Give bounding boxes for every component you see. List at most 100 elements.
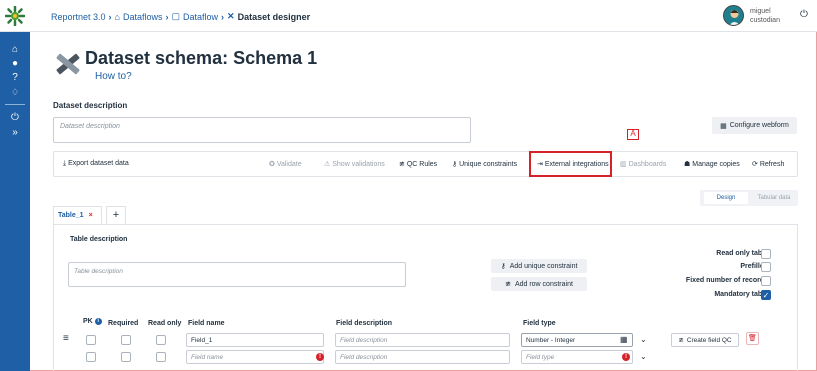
show-validations-label: Show validations bbox=[332, 161, 385, 168]
validate-icon: ✪ bbox=[269, 161, 275, 168]
configure-webform-button[interactable]: ▦ Configure webform bbox=[712, 117, 797, 134]
power-icon[interactable]: ⏻ bbox=[800, 9, 808, 20]
annotation-marker: A bbox=[627, 129, 639, 140]
fixed-records-label: Fixed number of records bbox=[685, 277, 768, 284]
design-view-button[interactable]: Design bbox=[704, 192, 748, 204]
breadcrumb-dataflow[interactable]: Dataflow bbox=[183, 12, 218, 22]
unique-constraints-button[interactable]: ⚷ Unique constraints bbox=[452, 160, 517, 168]
top-bar: Reportnet 3.0 › ⌂ Dataflows › ▢ Dataflow… bbox=[30, 0, 817, 32]
rules-icon: ≇ bbox=[678, 337, 684, 344]
user-name[interactable]: miguel custodian bbox=[750, 7, 780, 25]
info-icon[interactable]: i bbox=[94, 318, 102, 325]
designer-title-icon bbox=[56, 53, 80, 75]
create-field-qc-button[interactable]: ≇ Create field QC bbox=[671, 333, 739, 347]
breadcrumb: Reportnet 3.0 › ⌂ Dataflows › ▢ Dataflow… bbox=[51, 11, 310, 22]
home-crumb-icon: ⌂ bbox=[114, 11, 120, 22]
field-description-header: Field description bbox=[336, 320, 393, 327]
key-icon: ⚷ bbox=[452, 161, 458, 168]
field-description-input[interactable]: Field description bbox=[335, 333, 510, 347]
field-description-input[interactable]: Field description bbox=[335, 350, 510, 364]
chevron-down-icon[interactable]: ⌄ bbox=[640, 335, 647, 344]
home-icon[interactable]: ⌂ bbox=[0, 44, 30, 56]
refresh-icon: ⟳ bbox=[752, 161, 758, 168]
dataset-description-input[interactable]: Dataset description bbox=[53, 117, 471, 143]
mandatory-table-checkbox[interactable]: ✓ bbox=[761, 290, 771, 300]
breadcrumb-reportnet[interactable]: Reportnet 3.0 bbox=[51, 12, 106, 22]
warning-icon: ⚠ bbox=[324, 161, 331, 168]
read-only-table-checkbox[interactable] bbox=[761, 249, 771, 259]
logout-icon[interactable]: ⏻ bbox=[0, 112, 30, 124]
error-icon: ! bbox=[316, 353, 324, 361]
dataset-description-label: Dataset description bbox=[53, 101, 128, 110]
refresh-button[interactable]: ⟳ Refresh bbox=[752, 160, 784, 168]
pk-checkbox[interactable] bbox=[86, 352, 96, 362]
breadcrumb-dataflows[interactable]: Dataflows bbox=[123, 12, 163, 22]
table-description-label: Table description bbox=[70, 236, 128, 243]
add-unique-constraint-button[interactable]: ⚷ Add unique constraint bbox=[491, 259, 587, 273]
help-icon[interactable]: ? bbox=[0, 72, 30, 84]
user-first-name: miguel bbox=[750, 8, 771, 15]
bell-icon[interactable]: ♢ bbox=[0, 86, 30, 98]
required-checkbox[interactable] bbox=[121, 335, 131, 345]
validate-label: Validate bbox=[276, 161, 302, 168]
field-type-header: Field type bbox=[523, 320, 556, 327]
add-table-button[interactable]: + bbox=[106, 206, 126, 225]
dataflow-icon: ▢ bbox=[171, 11, 181, 21]
read-only-checkbox[interactable] bbox=[156, 352, 166, 362]
delete-field-icon[interactable]: 🗑 bbox=[746, 332, 759, 345]
add-row-label: Add row constraint bbox=[514, 280, 573, 288]
table-description-input[interactable]: Table description bbox=[68, 262, 406, 287]
validate-button[interactable]: ✪ Validate bbox=[269, 160, 302, 168]
show-validations-button[interactable]: ⚠ Show validations bbox=[324, 160, 385, 168]
how-to-link[interactable]: How to? bbox=[95, 71, 132, 82]
drag-handle-icon[interactable]: ≡ bbox=[63, 333, 69, 344]
user-last-name: custodian bbox=[750, 17, 780, 24]
chevron-right-icon: › bbox=[165, 11, 169, 22]
pk-header: PK i bbox=[83, 318, 102, 325]
fixed-records-checkbox[interactable] bbox=[761, 276, 771, 286]
add-row-constraint-button[interactable]: ≇ Add row constraint bbox=[491, 277, 587, 291]
key-icon: ⚷ bbox=[500, 263, 506, 270]
pk-checkbox[interactable] bbox=[86, 335, 96, 345]
chart-icon: ▥ bbox=[620, 161, 627, 168]
user-icon[interactable]: ● bbox=[0, 58, 30, 70]
expand-sidebar-icon[interactable]: » bbox=[0, 127, 30, 139]
mandatory-table-label: Mandatory table bbox=[714, 291, 768, 298]
close-tab-icon[interactable]: × bbox=[89, 212, 93, 219]
error-icon: ! bbox=[622, 353, 630, 361]
export-dataset-button[interactable]: ⤓ Export dataset data bbox=[63, 160, 129, 168]
qc-rules-label: QC Rules bbox=[406, 161, 438, 168]
field-name-input[interactable]: Field name bbox=[186, 350, 324, 364]
rules-icon: ≇ bbox=[505, 281, 511, 288]
pk-header-label: PK bbox=[83, 318, 93, 325]
add-unique-label: Add unique constraint bbox=[509, 262, 578, 270]
field-type-select[interactable]: Field type bbox=[521, 350, 633, 364]
page-title: Dataset schema: Schema 1 bbox=[85, 48, 318, 68]
export-label: Export dataset data bbox=[68, 160, 129, 167]
field-name-header: Field name bbox=[188, 320, 225, 327]
chevron-down-icon[interactable]: ⌄ bbox=[640, 352, 647, 361]
tab-table-1[interactable]: Table_1 × bbox=[53, 206, 102, 225]
required-header: Required bbox=[108, 320, 139, 327]
designer-icon: ✕ bbox=[227, 11, 235, 21]
qc-rules-button[interactable]: ≇ QC Rules bbox=[399, 160, 437, 168]
avatar[interactable] bbox=[723, 5, 744, 26]
tabular-data-button[interactable]: Tabular data bbox=[754, 192, 794, 204]
number-type-icon: ▦ bbox=[620, 335, 628, 344]
dashboards-button[interactable]: ▥ Dashboards bbox=[620, 160, 666, 168]
grid-icon: ▦ bbox=[720, 122, 727, 130]
required-checkbox[interactable] bbox=[121, 352, 131, 362]
download-icon: ⤓ bbox=[63, 160, 67, 167]
read-only-header: Read only bbox=[148, 320, 182, 327]
create-field-qc-label: Create field QC bbox=[686, 336, 732, 344]
configure-webform-label: Configure webform bbox=[729, 122, 789, 129]
field-name-input[interactable]: Field_1 bbox=[186, 333, 324, 347]
read-only-checkbox[interactable] bbox=[156, 335, 166, 345]
sidebar: ⌂ ● ? ♢ ⏻ » bbox=[0, 0, 30, 371]
manage-copies-button[interactable]: ☗ Manage copies bbox=[684, 160, 740, 168]
field-type-select[interactable]: Number - Integer bbox=[521, 333, 633, 347]
table-panel: Table description Table description ⚷ Add… bbox=[53, 224, 798, 371]
unique-constraints-label: Unique constraints bbox=[459, 161, 518, 168]
prefilled-checkbox[interactable] bbox=[761, 262, 771, 272]
reportnet-logo[interactable] bbox=[0, 0, 30, 32]
